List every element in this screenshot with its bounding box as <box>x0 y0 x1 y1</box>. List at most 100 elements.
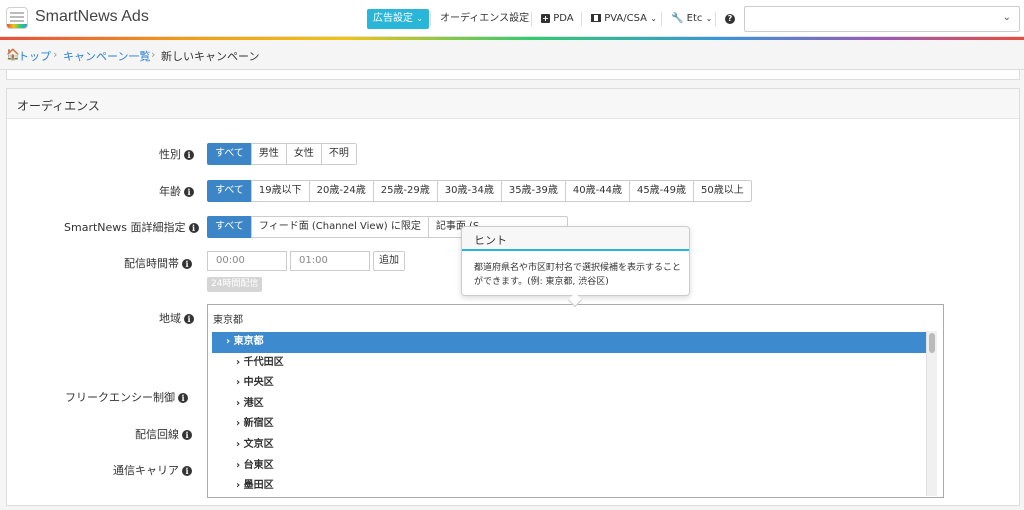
start-time-input[interactable]: 00:00 <box>207 251 287 271</box>
info-icon[interactable]: i <box>178 393 188 403</box>
info-icon[interactable]: i <box>184 187 194 197</box>
line-label-text: 配信回線 <box>135 428 179 441</box>
region-dropdown[interactable]: 東京都 › 東京都 › 千代田区 › 中央区 › 港区 › 新宿区 › 文京区 … <box>207 304 944 498</box>
chevron-down-icon: ⌄ <box>705 14 713 23</box>
nav-audience-settings[interactable]: オーディエンス設定 <box>440 9 529 29</box>
region-item[interactable]: › 中央区 <box>212 373 930 394</box>
breadcrumb-current: 新しいキャンペーン <box>161 50 260 63</box>
chevron-right-icon: › <box>236 418 241 430</box>
region-item[interactable]: › 文京区 <box>212 435 930 456</box>
region-scrollbar[interactable] <box>926 331 937 496</box>
age-option[interactable]: 50歳以上 <box>693 180 752 202</box>
region-item[interactable]: › 新宿区 <box>212 414 930 435</box>
age-option[interactable]: 20歳-24歳 <box>308 180 374 202</box>
chevron-down-icon: ⌄ <box>650 14 657 23</box>
region-item-label: 台東区 <box>243 459 274 471</box>
surface-label: SmartNews 面詳細指定 i <box>64 219 199 235</box>
surface-label-text: SmartNews 面詳細指定 <box>64 221 186 234</box>
hint-popover-header: ヒント <box>462 227 689 251</box>
region-item[interactable]: › 港区 <box>212 394 930 415</box>
panel-header: オーディエンス <box>7 89 1019 119</box>
breadcrumb-home[interactable]: トップ <box>18 48 51 64</box>
region-item-selected[interactable]: › 東京都 <box>212 332 930 353</box>
chevron-right-icon: › <box>226 336 231 347</box>
region-item-label: 墨田区 <box>243 480 274 492</box>
chevron-right-icon: › <box>236 397 241 409</box>
region-item-label: 港区 <box>243 397 264 409</box>
gender-option-female[interactable]: 女性 <box>285 143 322 165</box>
surface-option-all[interactable]: すべて <box>207 216 252 238</box>
nav-divider <box>430 12 431 26</box>
nav-ad-settings[interactable]: 広告設定 ⌄ <box>367 9 429 29</box>
panel-title: オーディエンス <box>17 99 100 113</box>
chevron-right-icon: › <box>53 48 58 61</box>
breadcrumb-campaign-list[interactable]: キャンペーン一覧 <box>63 48 150 64</box>
chevron-right-icon: › <box>236 480 241 492</box>
carrier-label: 通信キャリア i <box>113 462 192 478</box>
age-label-text: 年齢 <box>159 185 181 198</box>
region-label-text: 地域 <box>159 312 181 325</box>
nav-divider <box>531 12 532 26</box>
plus-square-icon: + <box>541 14 550 23</box>
info-icon[interactable]: i <box>182 259 192 269</box>
add-time-button[interactable]: 追加 <box>373 251 405 271</box>
delivery-time-label: 配信時間帯 i <box>124 255 192 271</box>
info-icon[interactable]: i <box>188 223 199 233</box>
top-navbar: SmartNews Ads 広告設定 ⌄ オーディエンス設定 + PDA PVA… <box>0 0 1024 37</box>
region-item[interactable]: › 墨田区 <box>212 476 930 496</box>
nav-pva-csa[interactable]: PVA/CSA ⌄ <box>591 9 657 29</box>
age-option[interactable]: 19歳以下 <box>250 180 310 202</box>
gender-label-text: 性別 <box>159 148 181 161</box>
age-selector: すべて 19歳以下 20歳-24歳 25歳-29歳 30歳-34歳 35歳-39… <box>207 180 752 202</box>
region-label: 地域 i <box>159 310 194 326</box>
nav-pva-csa-label: PVA/CSA <box>604 13 647 24</box>
nav-pda-label: PDA <box>553 13 574 24</box>
region-input[interactable]: 東京都 <box>213 311 243 326</box>
surface-option-feed[interactable]: フィード面 (Channel View) に限定 <box>250 216 429 238</box>
account-select[interactable]: ⌄ <box>744 6 1020 32</box>
previous-panel-edge <box>6 70 1020 80</box>
breadcrumb: 🏠 トップ › キャンペーン一覧 › 新しいキャンペーン <box>0 40 1024 70</box>
region-item-label: 中央区 <box>243 377 274 389</box>
gender-option-male[interactable]: 男性 <box>250 143 287 165</box>
age-option[interactable]: すべて <box>207 180 252 202</box>
region-item[interactable]: › 千代田区 <box>212 353 930 374</box>
nav-divider <box>581 12 582 26</box>
frequency-label-text: フリークエンシー制御 <box>65 391 175 404</box>
age-option[interactable]: 40歳-44歳 <box>564 180 630 202</box>
age-option[interactable]: 35歳-39歳 <box>500 180 566 202</box>
info-icon[interactable]: i <box>184 150 194 160</box>
age-option[interactable]: 30歳-34歳 <box>436 180 502 202</box>
hint-popover: ヒント 都道府県名や市区町村名で選択候補を表示することができます。(例: 東京都… <box>461 226 690 308</box>
nav-etc[interactable]: 🔧 Etc ⌄ <box>671 9 712 29</box>
region-list: › 東京都 › 千代田区 › 中央区 › 港区 › 新宿区 › 文京区 › 台東… <box>212 332 930 496</box>
gender-option-unknown[interactable]: 不明 <box>320 143 357 165</box>
frequency-label: フリークエンシー制御 i <box>65 389 188 405</box>
region-item-label: 新宿区 <box>243 418 274 430</box>
app-title[interactable]: SmartNews Ads <box>35 8 149 26</box>
nav-pda[interactable]: + PDA <box>541 9 574 29</box>
gender-selector: すべて 男性 女性 不明 <box>207 143 357 165</box>
gender-option-all[interactable]: すべて <box>207 143 252 165</box>
region-item[interactable]: › 台東区 <box>212 456 930 477</box>
hint-title: ヒント <box>474 234 507 247</box>
info-icon[interactable]: i <box>182 466 192 476</box>
age-label: 年齢 i <box>159 183 194 199</box>
chevron-right-icon: › <box>236 377 241 389</box>
carrier-label-text: 通信キャリア <box>113 464 179 477</box>
age-option[interactable]: 25歳-29歳 <box>372 180 438 202</box>
wrench-icon: 🔧 <box>671 13 684 24</box>
age-option[interactable]: 45歳-49歳 <box>628 180 695 202</box>
nav-help[interactable]: ? <box>725 9 735 29</box>
info-icon[interactable]: i <box>184 314 194 324</box>
scrollbar-thumb[interactable] <box>929 333 935 353</box>
question-circle-icon: ? <box>725 14 735 24</box>
hint-body: 都道府県名や市区町村名で選択候補を表示することができます。(例: 東京都, 渋谷… <box>474 263 682 287</box>
nav-ad-settings-label: 広告設定 <box>373 13 413 24</box>
chevron-right-icon: › <box>236 438 241 450</box>
all-day-button[interactable]: 24時間配信 <box>207 277 263 292</box>
smartnews-logo-icon[interactable] <box>6 7 28 29</box>
chevron-right-icon: › <box>236 356 241 368</box>
info-icon[interactable]: i <box>182 430 192 440</box>
end-time-input[interactable]: 01:00 <box>290 251 370 271</box>
